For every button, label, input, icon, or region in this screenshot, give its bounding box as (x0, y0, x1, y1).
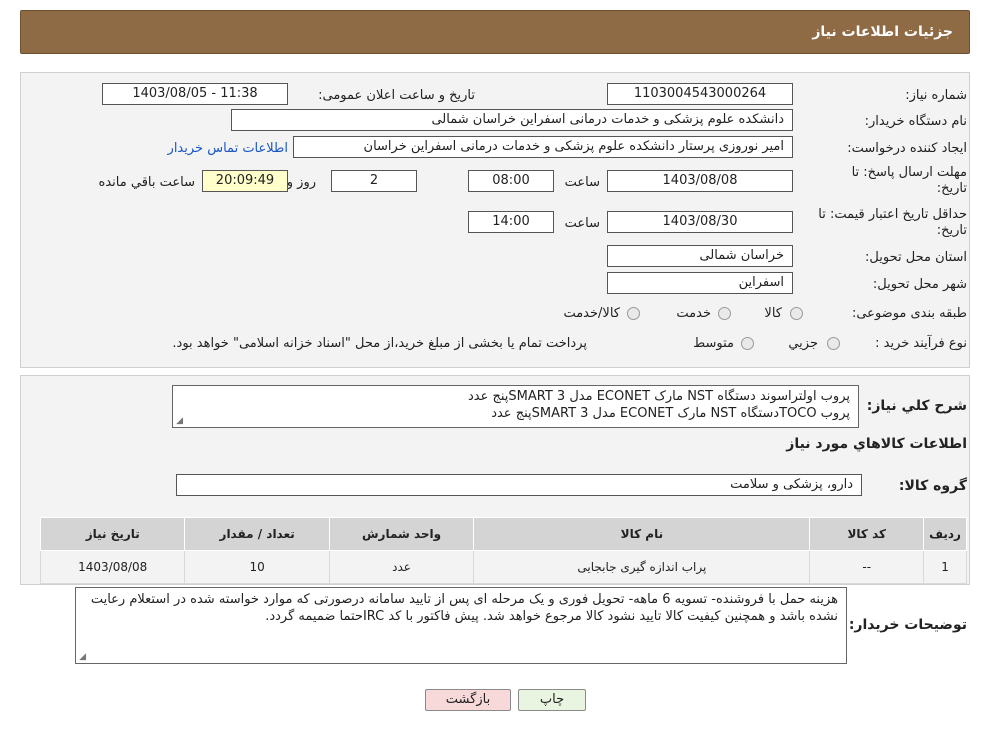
print-button[interactable]: چاپ (518, 689, 586, 711)
col-unit-header: واحد شمارش (328, 517, 475, 551)
goods-group-label: گروه کالا: (898, 478, 967, 494)
category-goods-service-label: کالا/خدمت (563, 306, 620, 321)
category-goods-radio[interactable] (790, 307, 803, 320)
reply-date-field: 1403/08/08 (607, 170, 793, 192)
purchase-medium-radio[interactable] (741, 337, 754, 350)
purchase-type-label: نوع فرآیند خرید : (875, 336, 967, 351)
cell-code: -- (809, 550, 925, 584)
validity-date-field: 1403/08/30 (607, 211, 793, 233)
validity-time-label: ساعت (564, 216, 600, 231)
treasury-note: پرداخت تمام یا بخشی از مبلغ خرید،از محل … (172, 336, 587, 351)
buyer-org-field: دانشکده علوم پزشکی و خدمات درمانی اسفرای… (231, 109, 793, 131)
reply-days-field: 2 (331, 170, 417, 192)
category-service-label: خدمت (676, 306, 711, 321)
reply-time-label: ساعت (564, 175, 600, 190)
category-goods-label: کالا (764, 306, 782, 321)
back-button[interactable]: بازگشت (425, 689, 511, 711)
goods-group-field: دارو، پزشکی و سلامت (176, 474, 862, 496)
category-goods-service-radio[interactable] (627, 307, 640, 320)
purchase-medium-label: متوسط (693, 336, 734, 351)
remaining-time-field: 20:09:49 (202, 170, 288, 192)
city-label: شهر محل تحویل: (872, 277, 967, 292)
validity-time-field: 14:00 (468, 211, 554, 233)
description-line-2: پروب TOCOدستگاه NST مارک ECONET مدل SMAR… (491, 406, 850, 421)
cell-quantity: 10 (184, 550, 330, 584)
remaining-time-label: ساعت باقي مانده (98, 175, 195, 190)
province-field: خراسان شمالی (607, 245, 793, 267)
reply-deadline-label: مهلت ارسال پاسخ: تا تاریخ: (851, 165, 967, 196)
creator-field: امیر نوروزی پرستار دانشکده علوم پزشکی و … (293, 136, 793, 158)
creator-label: ایجاد کننده درخواست: (847, 141, 967, 156)
city-field: اسفراین (607, 272, 793, 294)
description-line-1: پروب اولتراسوند دستگاه NST مارک ECONET م… (467, 389, 850, 404)
need-number-field: 1103004543000264 (607, 83, 793, 105)
page-title: جزئیات اطلاعات نیاز (812, 24, 953, 40)
announce-datetime-label: تاریخ و ساعت اعلان عمومی: (318, 88, 475, 103)
page-header: جزئیات اطلاعات نیاز (20, 10, 970, 54)
purchase-partial-label: جزيي (788, 336, 818, 351)
purchase-partial-radio[interactable] (827, 337, 840, 350)
category-service-radio[interactable] (718, 307, 731, 320)
buyer-org-label: نام دستگاه خریدار: (864, 114, 967, 129)
description-textarea[interactable]: پروب اولتراسوند دستگاه NST مارک ECONET م… (172, 385, 859, 428)
cell-name: پراب اندازه گیری جابجایی (473, 550, 811, 584)
goods-info-title: اطلاعات کالاهاي مورد نياز (786, 436, 967, 452)
price-validity-label: حداقل تاریخ اعتبار قیمت: تا تاریخ: (818, 207, 967, 238)
cell-row-number: 1 (923, 550, 967, 584)
days-label: روز و (286, 175, 316, 190)
col-date-header: تاریخ نیاز (39, 517, 186, 551)
col-code-header: کد کالا (809, 517, 925, 551)
buyer-notes-label: توضیحات خریدار: (848, 617, 967, 633)
announce-datetime-field: 1403/08/05 - 11:38 (102, 83, 288, 105)
resize-handle-icon[interactable]: ◢ (175, 417, 183, 426)
goods-table: رديف کد کالا نام کالا واحد شمارش تعداد /… (39, 517, 967, 584)
col-qty-header: تعداد / مقدار (184, 517, 330, 551)
description-label: شرح کلي نياز: (866, 398, 967, 414)
col-row-header: رديف (923, 517, 967, 551)
buyer-contact-link[interactable]: اطلاعات تماس خریدار (168, 141, 288, 156)
province-label: استان محل تحویل: (865, 250, 967, 265)
buyer-notes-text: هزینه حمل با فروشنده- تسویه 6 ماهه- تحوی… (90, 592, 838, 624)
col-name-header: نام کالا (473, 517, 811, 551)
table-row: 1 -- پراب اندازه گیری جابجایی عدد 10 140… (39, 550, 967, 584)
cell-need-date: 1403/08/08 (39, 550, 186, 584)
buyer-notes-textarea[interactable]: هزینه حمل با فروشنده- تسویه 6 ماهه- تحوی… (75, 587, 847, 664)
table-header-row: رديف کد کالا نام کالا واحد شمارش تعداد /… (39, 517, 967, 551)
cell-unit: عدد (328, 550, 475, 584)
category-label: طبقه بندی موضوعی: (851, 306, 967, 321)
resize-handle-icon[interactable]: ◢ (78, 653, 86, 662)
need-number-label: شماره نیاز: (905, 88, 967, 103)
reply-time-field: 08:00 (468, 170, 554, 192)
